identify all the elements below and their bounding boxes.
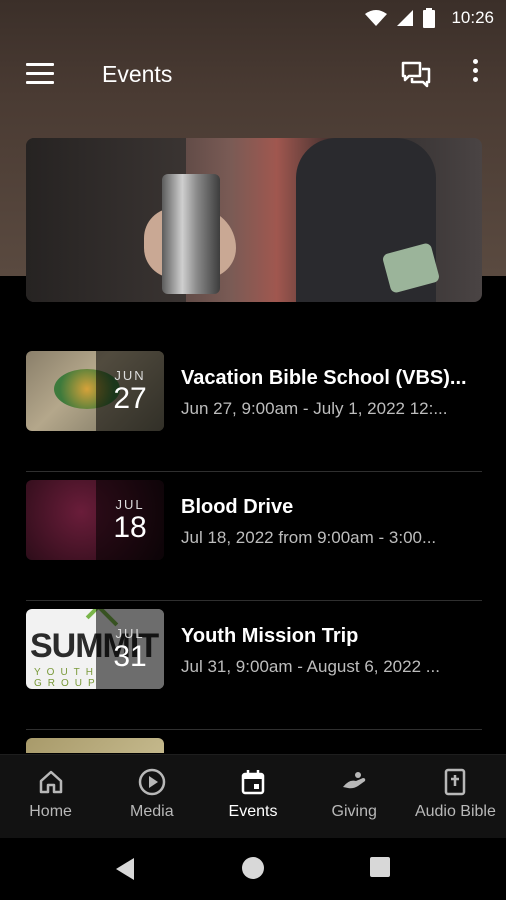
nav-audio-bible[interactable]: Audio Bible: [405, 755, 506, 839]
play-circle-icon: [138, 768, 166, 796]
system-home-icon[interactable]: [242, 857, 264, 879]
chat-icon[interactable]: [400, 60, 432, 90]
event-thumbnail: JUN 27: [26, 351, 164, 431]
event-month: JUL: [115, 625, 145, 641]
menu-icon[interactable]: [26, 63, 54, 85]
nav-home[interactable]: Home: [0, 755, 101, 839]
signal-icon: [397, 10, 414, 26]
event-thumbnail: SUMMIT YOUTH GROUP JUL 31: [26, 609, 164, 689]
event-item-youth-mission-trip[interactable]: SUMMIT YOUTH GROUP JUL 31 Youth Mission …: [26, 601, 482, 730]
giving-hand-icon: [343, 772, 366, 789]
event-title: Youth Mission Trip: [181, 625, 359, 647]
system-nav-bar: [0, 838, 506, 900]
calendar-icon: [241, 770, 265, 795]
home-icon: [39, 770, 62, 794]
event-month: JUL: [115, 496, 145, 512]
event-month: JUN: [114, 367, 146, 383]
nav-label: Home: [29, 803, 72, 820]
bible-icon: [445, 768, 466, 796]
nav-label: Events: [228, 803, 278, 820]
nav-label: Giving: [331, 803, 377, 820]
event-list: JUN 27 Vacation Bible School (VBS)... Ju…: [26, 343, 482, 753]
event-day: 27: [113, 381, 147, 415]
event-date-badge: JUN 27: [96, 351, 164, 431]
event-subtitle: Jun 27, 9:00am - July 1, 2022 12:...: [181, 399, 448, 418]
status-time: 10:26: [451, 8, 494, 27]
status-bar: 10:26: [0, 0, 506, 36]
app-bar: Events: [0, 44, 506, 106]
bottom-nav: Home Media Events Giving Audio Bible: [0, 754, 506, 839]
event-date-badge: JUL 18: [96, 480, 164, 560]
hero-image: [26, 138, 482, 302]
nav-events[interactable]: Events: [202, 755, 303, 839]
nav-label: Audio Bible: [414, 803, 496, 820]
nav-label: Media: [130, 803, 174, 820]
event-date-badge: JUL 31: [96, 609, 164, 689]
page-title: Events: [102, 61, 173, 87]
wifi-icon: [365, 10, 388, 26]
event-subtitle: Jul 18, 2022 from 9:00am - 3:00...: [181, 528, 437, 547]
more-vert-icon[interactable]: [466, 59, 484, 91]
event-title: Vacation Bible School (VBS)...: [181, 367, 467, 389]
event-day: 18: [113, 510, 147, 544]
event-thumbnail: [26, 738, 164, 753]
recents-icon[interactable]: [370, 857, 390, 877]
nav-media[interactable]: Media: [101, 755, 202, 839]
event-subtitle: Jul 31, 9:00am - August 6, 2022 ...: [181, 657, 440, 676]
event-item-partial[interactable]: [26, 730, 482, 753]
battery-icon: [423, 8, 436, 28]
event-title: Blood Drive: [181, 496, 294, 518]
event-day: 31: [113, 639, 147, 673]
back-icon[interactable]: [116, 858, 134, 880]
event-thumbnail: JUL 18: [26, 480, 164, 560]
nav-giving[interactable]: Giving: [304, 755, 405, 839]
event-item-vbs[interactable]: JUN 27 Vacation Bible School (VBS)... Ju…: [26, 343, 482, 472]
event-item-blood-drive[interactable]: JUL 18 Blood Drive Jul 18, 2022 from 9:0…: [26, 472, 482, 601]
